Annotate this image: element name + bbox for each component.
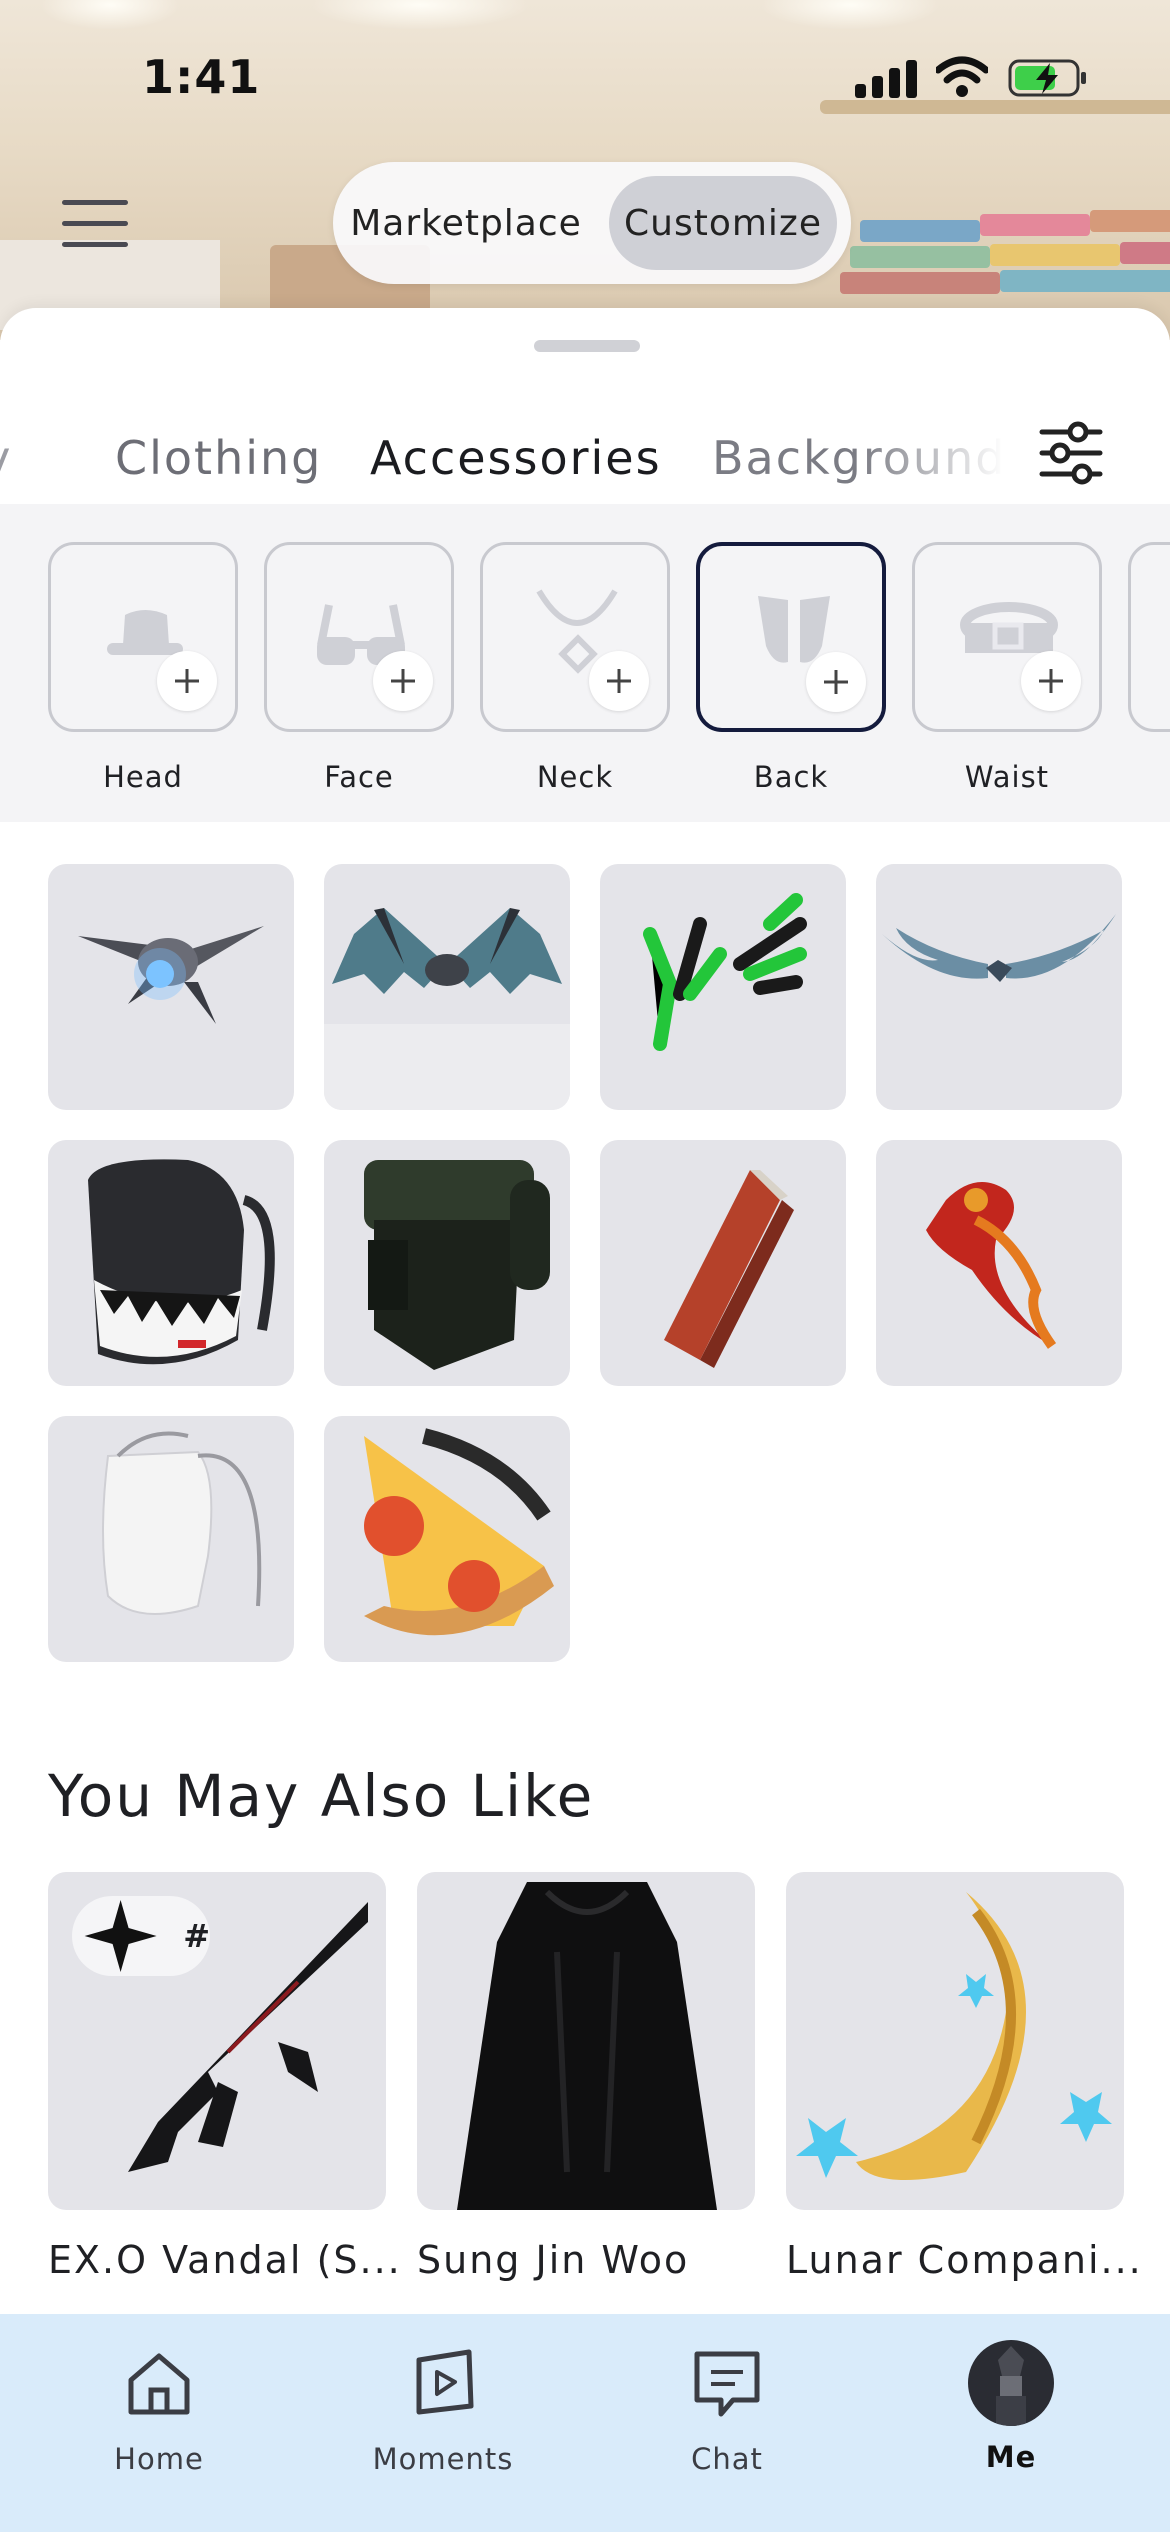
nav-me[interactable]: Me xyxy=(921,2340,1101,2474)
bottom-navigation: Home Moments Chat Me xyxy=(0,2314,1170,2532)
moments-icon xyxy=(416,2349,474,2415)
recommendation-card[interactable]: Lunar Compani... xyxy=(786,1872,1143,2282)
blue-wings-item[interactable] xyxy=(876,864,1122,1110)
item-name: Sung Jin Woo xyxy=(417,2238,690,2282)
subcategory-face[interactable]: Face xyxy=(264,542,454,794)
tab-clothing[interactable]: Clothing xyxy=(115,408,322,508)
nav-label: Chat xyxy=(691,2442,763,2476)
home-icon xyxy=(128,2353,190,2415)
badge-label: # xyxy=(183,1917,210,1955)
nav-moments[interactable]: Moments xyxy=(353,2344,533,2476)
filter-icon[interactable] xyxy=(1036,418,1106,488)
customize-button[interactable]: Customize xyxy=(609,176,837,270)
item-name: EX.O Vandal (S... xyxy=(48,2238,402,2282)
add-icon[interactable] xyxy=(373,651,433,711)
subcategory-label: Face xyxy=(324,760,394,794)
subcategory-strip: Head Face Neck Back Waist xyxy=(0,504,1170,822)
cellular-signal-icon xyxy=(855,60,917,98)
status-bar: 1:41 xyxy=(0,0,1170,150)
add-icon[interactable] xyxy=(806,652,866,712)
subcategory-label: Neck xyxy=(536,760,614,794)
sheet-grabber[interactable] xyxy=(534,340,640,352)
nav-home[interactable]: Home xyxy=(69,2344,249,2476)
menu-icon[interactable] xyxy=(62,200,128,248)
red-dragon-item[interactable] xyxy=(876,1140,1122,1386)
item-name: Lunar Compani... xyxy=(786,2238,1143,2282)
subcategory-waist[interactable]: Waist xyxy=(912,542,1102,794)
recommendation-card[interactable]: # EX.O Vandal (S... xyxy=(48,1872,402,2282)
subcategory-more[interactable] xyxy=(1128,542,1170,732)
sparkle-icon xyxy=(84,1900,157,1972)
section-title: You May Also Like xyxy=(48,1762,595,1830)
battery-charging-icon xyxy=(1008,59,1086,97)
nav-label: Moments xyxy=(372,2442,514,2476)
white-bag-item[interactable] xyxy=(48,1416,294,1662)
marketplace-button[interactable]: Marketplace xyxy=(350,176,581,270)
nav-chat[interactable]: Chat xyxy=(637,2344,817,2476)
premium-badge: # xyxy=(72,1896,210,1976)
avatar xyxy=(968,2340,1054,2426)
subcategory-head[interactable]: Head xyxy=(48,542,238,794)
category-tabs: dy Clothing Accessories Backgrounds xyxy=(0,408,1170,518)
subcategory-label: Waist xyxy=(964,760,1050,794)
red-guitar-case-item[interactable] xyxy=(600,1140,846,1386)
drone-wings-item[interactable] xyxy=(48,864,294,1110)
add-icon[interactable] xyxy=(589,651,649,711)
wifi-icon xyxy=(936,56,988,97)
subcategory-back[interactable]: Back xyxy=(696,542,886,794)
bat-wings-item[interactable] xyxy=(324,864,570,1110)
shark-backpack-item[interactable] xyxy=(48,1140,294,1386)
subcategory-label: Back xyxy=(753,760,829,794)
pizza-slice-backpack-item[interactable] xyxy=(324,1416,570,1662)
add-icon[interactable] xyxy=(1021,651,1081,711)
tab-body[interactable]: dy xyxy=(0,408,12,508)
nav-label: Me xyxy=(985,2440,1037,2474)
subcategory-neck[interactable]: Neck xyxy=(480,542,670,794)
marketplace-customize-toggle: Marketplace Customize xyxy=(333,162,851,284)
nav-label: Home xyxy=(114,2442,204,2476)
green-claws-item[interactable] xyxy=(600,864,846,1110)
tab-accessories[interactable]: Accessories xyxy=(370,408,662,508)
green-armor-backpack-item[interactable] xyxy=(324,1140,570,1386)
status-time: 1:41 xyxy=(142,50,261,104)
subcategory-label: Head xyxy=(103,760,183,794)
chat-icon xyxy=(694,2351,760,2417)
recommendation-card[interactable]: Sung Jin Woo xyxy=(417,1872,755,2282)
add-icon[interactable] xyxy=(157,651,217,711)
